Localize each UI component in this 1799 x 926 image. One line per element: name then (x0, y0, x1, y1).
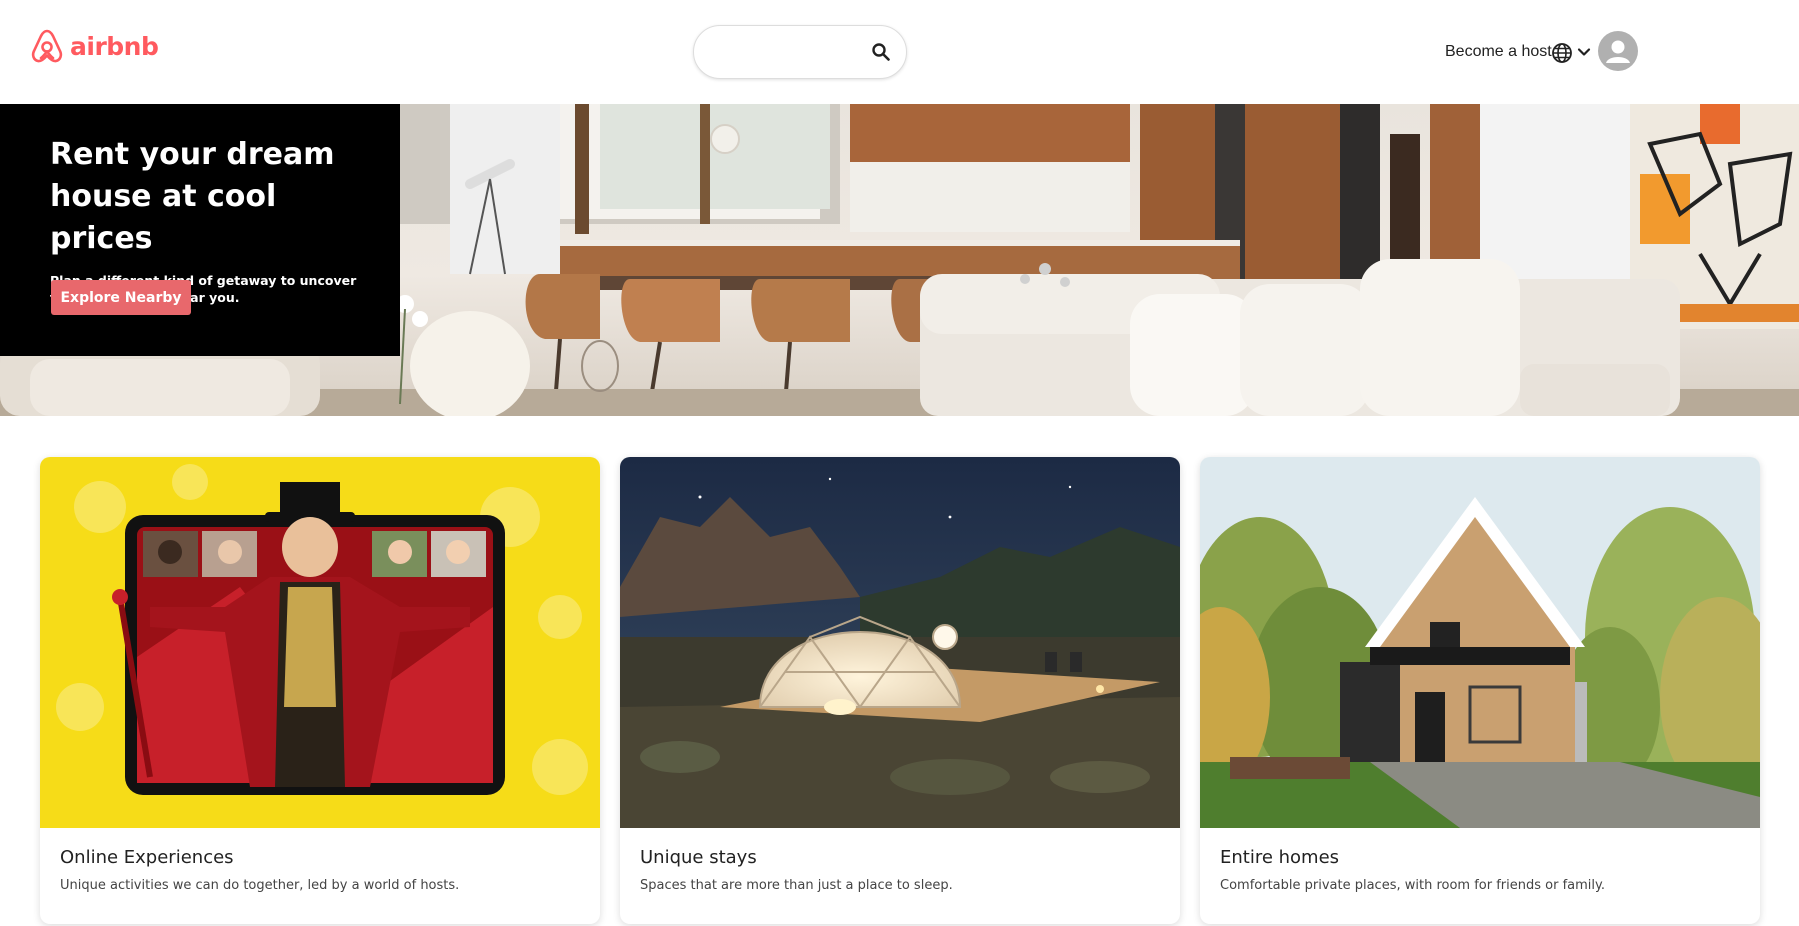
hero-promo-panel: Rent your dream house at cool prices Pla… (0, 104, 400, 356)
become-a-host-link[interactable]: Become a host (1445, 43, 1552, 61)
card-title: Unique stays (640, 847, 757, 868)
airbnb-logo-icon (31, 29, 63, 63)
card-entire-homes[interactable]: Entire homes Comfortable private places,… (1200, 457, 1760, 924)
entire-homes-image (1200, 457, 1760, 828)
card-description: Spaces that are more than just a place t… (640, 878, 953, 893)
brand-name: airbnb (70, 31, 159, 61)
card-title: Entire homes (1220, 847, 1340, 868)
online-experiences-image (40, 457, 600, 828)
unique-stays-image (620, 457, 1180, 828)
chevron-down-icon[interactable] (1577, 45, 1591, 59)
globe-icon[interactable] (1551, 42, 1573, 64)
airbnb-logo[interactable]: airbnb (30, 28, 159, 64)
user-avatar-icon[interactable] (1598, 31, 1638, 71)
explore-nearby-button[interactable]: Explore Nearby (51, 280, 191, 315)
search-icon[interactable] (871, 42, 891, 62)
hero-title: Rent your dream house at cool prices (50, 137, 335, 256)
card-unique-stays[interactable]: Unique stays Spaces that are more than j… (620, 457, 1180, 924)
card-description: Unique activities we can do together, le… (60, 878, 460, 893)
search-input[interactable] (712, 40, 852, 64)
card-description: Comfortable private places, with room fo… (1220, 878, 1605, 893)
card-title: Online Experiences (60, 847, 234, 868)
hero-banner: Rent your dream house at cool prices Pla… (0, 104, 1799, 416)
card-online-experiences[interactable]: Online Experiences Unique activities we … (40, 457, 600, 924)
site-header: airbnb Become a host (0, 0, 1799, 104)
